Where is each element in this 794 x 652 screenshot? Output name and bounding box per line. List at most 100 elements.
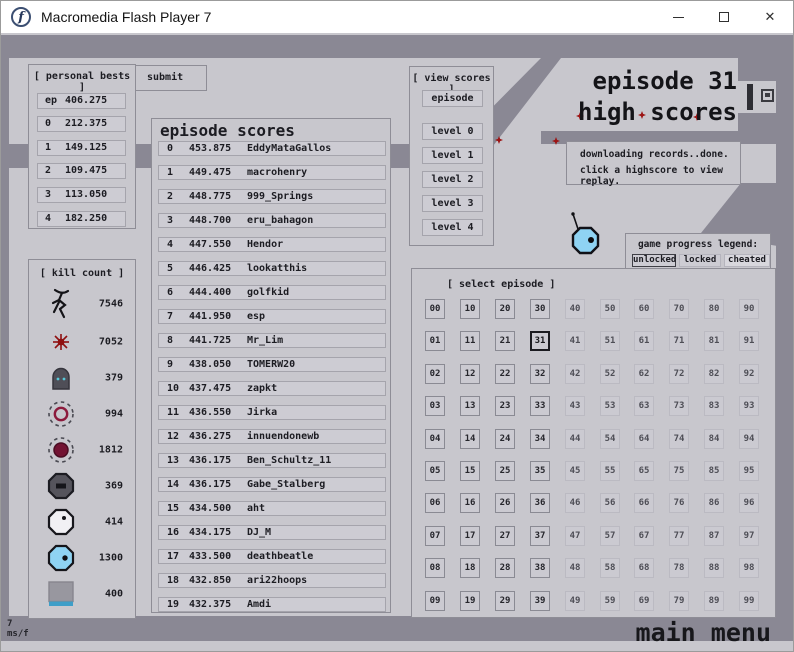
episode-cell-98[interactable]: 98 (739, 558, 759, 578)
episode-cell-38[interactable]: 38 (530, 558, 550, 578)
episode-cell-92[interactable]: 92 (739, 364, 759, 384)
episode-cell-00[interactable]: 00 (425, 299, 445, 319)
highscore-row[interactable]: 8441.725Mr_Lim (158, 333, 386, 348)
highscore-row[interactable]: 14436.175Gabe_Stalberg (158, 477, 386, 492)
episode-cell-15[interactable]: 15 (460, 461, 480, 481)
episode-cell-90[interactable]: 90 (739, 299, 759, 319)
highscore-row[interactable]: 2448.775999_Springs (158, 189, 386, 204)
episode-cell-40[interactable]: 40 (565, 299, 585, 319)
episode-cell-33[interactable]: 33 (530, 396, 550, 416)
highscore-row[interactable]: 0453.875EddyMataGallos (158, 141, 386, 156)
episode-cell-79[interactable]: 79 (669, 591, 689, 611)
view-scores-button-level-0[interactable]: level 0 (422, 123, 483, 140)
episode-cell-51[interactable]: 51 (600, 331, 620, 351)
highscore-row[interactable]: 10437.475zapkt (158, 381, 386, 396)
episode-cell-37[interactable]: 37 (530, 526, 550, 546)
episode-cell-99[interactable]: 99 (739, 591, 759, 611)
episode-cell-67[interactable]: 67 (634, 526, 654, 546)
highscore-row[interactable]: 17433.500deathbeatle (158, 549, 386, 564)
episode-cell-03[interactable]: 03 (425, 396, 445, 416)
episode-cell-87[interactable]: 87 (704, 526, 724, 546)
episode-cell-97[interactable]: 97 (739, 526, 759, 546)
episode-cell-77[interactable]: 77 (669, 526, 689, 546)
episode-cell-73[interactable]: 73 (669, 396, 689, 416)
episode-cell-32[interactable]: 32 (530, 364, 550, 384)
episode-cell-53[interactable]: 53 (600, 396, 620, 416)
episode-cell-91[interactable]: 91 (739, 331, 759, 351)
episode-cell-64[interactable]: 64 (634, 429, 654, 449)
episode-cell-58[interactable]: 58 (600, 558, 620, 578)
episode-cell-76[interactable]: 76 (669, 493, 689, 513)
episode-cell-78[interactable]: 78 (669, 558, 689, 578)
view-scores-button-level-3[interactable]: level 3 (422, 195, 483, 212)
episode-cell-55[interactable]: 55 (600, 461, 620, 481)
episode-cell-39[interactable]: 39 (530, 591, 550, 611)
highscore-row[interactable]: 13436.175Ben_Schultz_11 (158, 453, 386, 468)
episode-cell-04[interactable]: 04 (425, 429, 445, 449)
highscore-row[interactable]: 19432.375Amdi (158, 597, 386, 612)
episode-cell-14[interactable]: 14 (460, 429, 480, 449)
episode-cell-62[interactable]: 62 (634, 364, 654, 384)
episode-cell-70[interactable]: 70 (669, 299, 689, 319)
episode-cell-09[interactable]: 09 (425, 591, 445, 611)
episode-cell-46[interactable]: 46 (565, 493, 585, 513)
view-scores-button-level-4[interactable]: level 4 (422, 219, 483, 236)
episode-cell-50[interactable]: 50 (600, 299, 620, 319)
episode-cell-31[interactable]: 31 (530, 331, 550, 351)
highscore-row[interactable]: 12436.275innuendonewb (158, 429, 386, 444)
highscore-row[interactable]: 3448.700eru_bahagon (158, 213, 386, 228)
episode-cell-42[interactable]: 42 (565, 364, 585, 384)
episode-cell-02[interactable]: 02 (425, 364, 445, 384)
episode-cell-17[interactable]: 17 (460, 526, 480, 546)
episode-cell-66[interactable]: 66 (634, 493, 654, 513)
highscore-row[interactable]: 16434.175DJ_M (158, 525, 386, 540)
view-scores-button-episode[interactable]: episode (422, 90, 483, 107)
episode-cell-56[interactable]: 56 (600, 493, 620, 513)
episode-cell-95[interactable]: 95 (739, 461, 759, 481)
episode-cell-12[interactable]: 12 (460, 364, 480, 384)
episode-cell-54[interactable]: 54 (600, 429, 620, 449)
episode-cell-26[interactable]: 26 (495, 493, 515, 513)
episode-cell-30[interactable]: 30 (530, 299, 550, 319)
episode-cell-05[interactable]: 05 (425, 461, 445, 481)
episode-cell-25[interactable]: 25 (495, 461, 515, 481)
highscore-row[interactable]: 9438.050TOMERW20 (158, 357, 386, 372)
episode-cell-19[interactable]: 19 (460, 591, 480, 611)
highscore-row[interactable]: 6444.400golfkid (158, 285, 386, 300)
view-scores-button-level-1[interactable]: level 1 (422, 147, 483, 164)
highscore-row[interactable]: 18432.850ari22hoops (158, 573, 386, 588)
episode-cell-86[interactable]: 86 (704, 493, 724, 513)
highscore-row[interactable]: 15434.500aht (158, 501, 386, 516)
episode-cell-48[interactable]: 48 (565, 558, 585, 578)
episode-cell-20[interactable]: 20 (495, 299, 515, 319)
highscore-row[interactable]: 7441.950esp (158, 309, 386, 324)
episode-cell-85[interactable]: 85 (704, 461, 724, 481)
episode-cell-68[interactable]: 68 (634, 558, 654, 578)
episode-cell-74[interactable]: 74 (669, 429, 689, 449)
episode-cell-01[interactable]: 01 (425, 331, 445, 351)
highscore-row[interactable]: 5446.425lookatthis (158, 261, 386, 276)
episode-cell-47[interactable]: 47 (565, 526, 585, 546)
episode-cell-96[interactable]: 96 (739, 493, 759, 513)
episode-cell-35[interactable]: 35 (530, 461, 550, 481)
episode-cell-84[interactable]: 84 (704, 429, 724, 449)
main-menu-button[interactable]: main menu (636, 618, 771, 647)
episode-cell-41[interactable]: 41 (565, 331, 585, 351)
submit-button[interactable]: submit (135, 65, 207, 91)
highscore-row[interactable]: 4447.550Hendor (158, 237, 386, 252)
maximize-button[interactable] (701, 1, 747, 33)
view-scores-button-level-2[interactable]: level 2 (422, 171, 483, 188)
episode-cell-49[interactable]: 49 (565, 591, 585, 611)
episode-cell-36[interactable]: 36 (530, 493, 550, 513)
episode-cell-82[interactable]: 82 (704, 364, 724, 384)
episode-cell-24[interactable]: 24 (495, 429, 515, 449)
close-button[interactable]: ✕ (747, 1, 793, 33)
episode-cell-60[interactable]: 60 (634, 299, 654, 319)
episode-cell-22[interactable]: 22 (495, 364, 515, 384)
episode-cell-23[interactable]: 23 (495, 396, 515, 416)
episode-cell-21[interactable]: 21 (495, 331, 515, 351)
episode-cell-16[interactable]: 16 (460, 493, 480, 513)
episode-cell-07[interactable]: 07 (425, 526, 445, 546)
episode-cell-57[interactable]: 57 (600, 526, 620, 546)
episode-cell-18[interactable]: 18 (460, 558, 480, 578)
